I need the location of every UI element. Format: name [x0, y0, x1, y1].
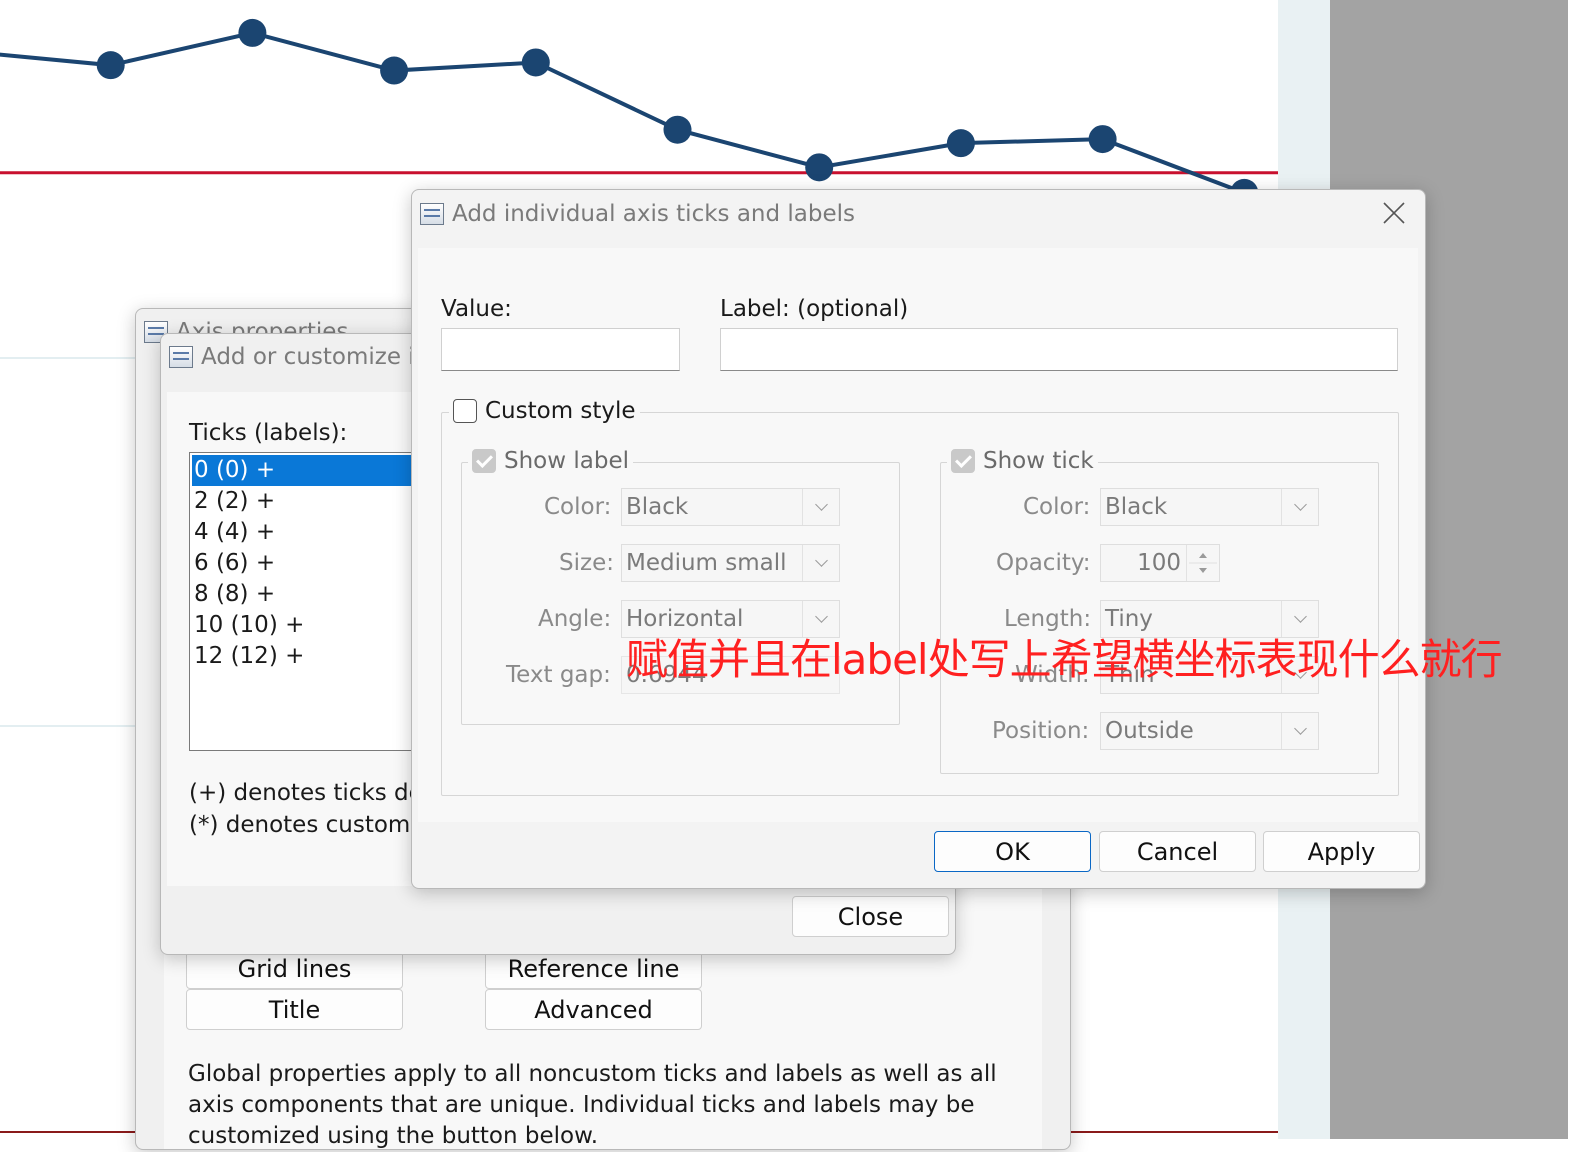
chevron-down-icon	[802, 545, 839, 581]
close-button[interactable]: Close	[792, 896, 949, 937]
tick-opacity-label: Opacity:	[996, 550, 1091, 576]
add-ticks-dialog: Add individual axis ticks and labels Val…	[411, 189, 1426, 889]
dialog-body: Value: Label: (optional) Custom style Sh…	[418, 248, 1418, 822]
show-tick-label: Show tick	[983, 448, 1094, 474]
chevron-down-icon	[1281, 713, 1318, 749]
data-point	[521, 48, 550, 77]
show-label-checkbox-row[interactable]: Show label	[468, 448, 633, 474]
value-label: Value:	[441, 296, 512, 322]
label-color-label: Color:	[544, 494, 612, 520]
custom-style-label: Custom style	[485, 398, 636, 424]
cancel-button[interactable]: Cancel	[1099, 831, 1256, 872]
label-angle-label: Angle:	[538, 606, 612, 632]
label-size-label: Size:	[559, 550, 614, 576]
label-label: Label: (optional)	[720, 296, 909, 322]
custom-style-checkbox-row[interactable]: Custom style	[449, 398, 640, 424]
advanced-button[interactable]: Advanced	[485, 989, 702, 1030]
dialog-titlebar[interactable]: Add individual axis ticks and labels	[412, 190, 1425, 238]
data-point	[663, 115, 692, 144]
window-icon	[169, 346, 193, 368]
tick-opacity-spinner[interactable]: 100	[1100, 544, 1220, 582]
ok-button[interactable]: OK	[934, 831, 1091, 872]
label-color-select[interactable]: Black	[621, 488, 840, 526]
data-point	[946, 129, 975, 158]
global-properties-note: Global properties apply to all noncustom…	[188, 1061, 997, 1149]
show-label-label: Show label	[504, 448, 629, 474]
grid-lines-button[interactable]: Grid lines	[186, 949, 403, 989]
tick-position-label: Position:	[992, 718, 1090, 744]
data-point	[380, 56, 409, 85]
spinner-arrows[interactable]	[1186, 545, 1219, 581]
dialog-title: Add individual axis ticks and labels	[452, 201, 856, 227]
tick-color-label: Color:	[1023, 494, 1091, 520]
reference-line-button[interactable]: Reference line	[485, 949, 702, 989]
window-icon	[420, 203, 444, 225]
chevron-down-icon	[1281, 489, 1318, 525]
opacity-value: 100	[1137, 550, 1181, 576]
data-point	[238, 18, 267, 47]
custom-style-checkbox[interactable]	[453, 399, 477, 423]
data-point	[805, 153, 834, 182]
tick-color-select[interactable]: Black	[1100, 488, 1319, 526]
label-size-select[interactable]: Medium small	[621, 544, 840, 582]
data-point	[96, 51, 125, 80]
show-label-checkbox[interactable]	[472, 449, 496, 473]
show-tick-checkbox-row[interactable]: Show tick	[947, 448, 1098, 474]
data-point	[1088, 125, 1117, 154]
close-icon[interactable]	[1381, 200, 1407, 226]
label-gap-label: Text gap:	[506, 662, 611, 688]
value-input[interactable]	[441, 328, 680, 371]
apply-button[interactable]: Apply	[1263, 831, 1420, 872]
annotation-text: 赋值并且在label处写上希望横坐标表现什么就行	[626, 635, 1503, 684]
show-tick-checkbox[interactable]	[951, 449, 975, 473]
series-line	[0, 30, 1246, 195]
label-input[interactable]	[720, 328, 1398, 371]
title-button[interactable]: Title	[186, 989, 403, 1030]
ticks-list-label: Ticks (labels):	[189, 420, 348, 446]
tick-position-select[interactable]: Outside	[1100, 712, 1319, 750]
chevron-down-icon	[802, 489, 839, 525]
